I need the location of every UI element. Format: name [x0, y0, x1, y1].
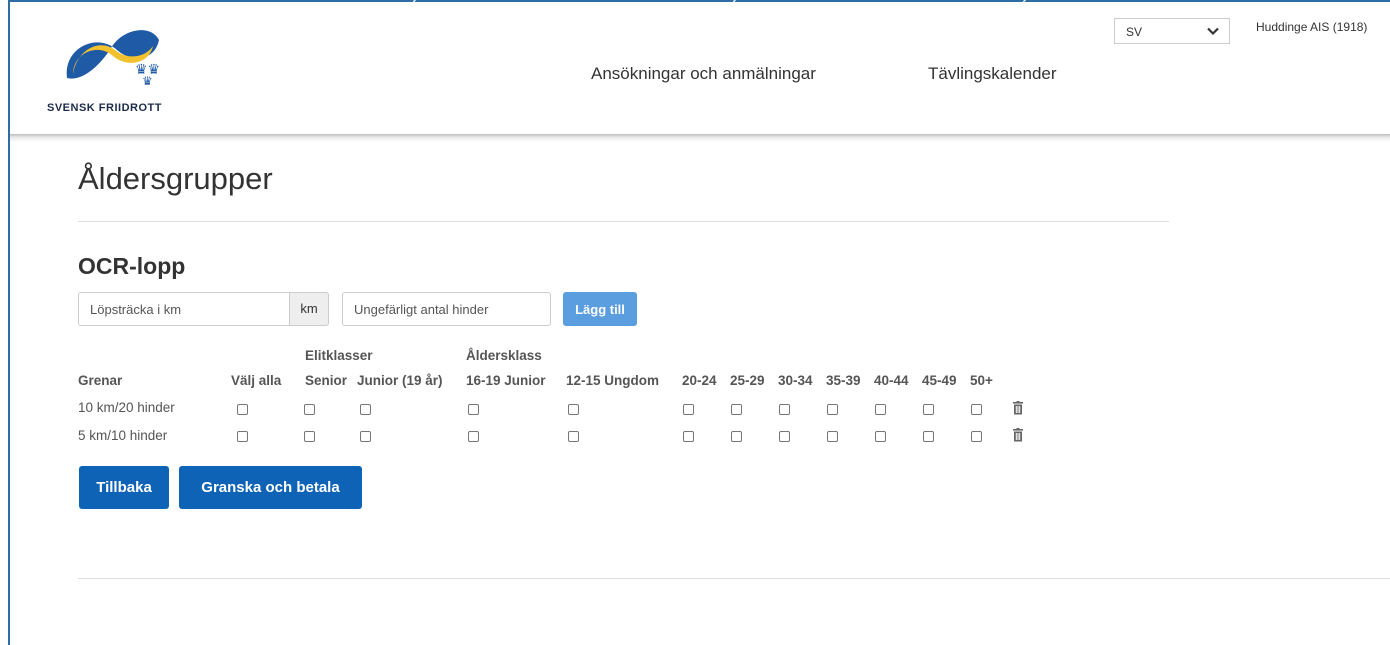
checkbox-junior[interactable] [360, 404, 371, 415]
column-select-all: Välj alla [231, 373, 282, 388]
language-select[interactable]: SV [1114, 18, 1230, 44]
checkbox-35-39[interactable] [827, 404, 838, 415]
checkbox-20-24[interactable] [683, 404, 694, 415]
checkbox-40-44[interactable] [875, 431, 886, 442]
page-title: Åldersgrupper [78, 161, 273, 196]
checkbox-45-49[interactable] [923, 431, 934, 442]
column-25-29: 25-29 [730, 373, 765, 388]
column-16-19-junior: 16-19 Junior [466, 373, 546, 388]
checkbox-50-plus[interactable] [971, 431, 982, 442]
column-35-39: 35-39 [826, 373, 861, 388]
checkbox-25-29[interactable] [731, 431, 742, 442]
checkbox-12-15-youth[interactable] [568, 404, 579, 415]
trash-icon[interactable] [1012, 401, 1024, 415]
checkbox-16-19-junior[interactable] [468, 431, 479, 442]
header-age-class: Åldersklass [466, 348, 542, 363]
logo-text: SVENSK FRIIDROTT [47, 102, 162, 114]
checkbox-senior[interactable] [304, 431, 315, 442]
svg-text:♛: ♛ [142, 74, 153, 86]
column-45-49: 45-49 [922, 373, 957, 388]
header-shadow [10, 134, 1390, 142]
column-junior: Junior (19 år) [357, 373, 443, 388]
checkbox-25-29[interactable] [731, 404, 742, 415]
user-club[interactable]: Huddinge AIS (1918) [1256, 20, 1367, 34]
column-40-44: 40-44 [874, 373, 909, 388]
checkbox-50-plus[interactable] [971, 404, 982, 415]
distance-input[interactable] [78, 292, 290, 326]
checkbox-senior[interactable] [304, 404, 315, 415]
column-12-15-youth: 12-15 Ungdom [566, 373, 660, 388]
add-button[interactable]: Lägg till [563, 292, 637, 326]
column-50-plus: 50+ [970, 373, 993, 388]
trash-icon[interactable] [1012, 428, 1024, 442]
language-value: SV [1126, 25, 1143, 39]
logo-mark-icon: ♛♛ ♛ [66, 30, 160, 86]
checkbox-45-49[interactable] [923, 404, 934, 415]
title-divider [78, 221, 1169, 222]
footer-divider [78, 578, 1390, 579]
site-logo[interactable]: ♛♛ ♛ SVENSK FRIIDROTT [47, 26, 183, 118]
checkbox-20-24[interactable] [683, 431, 694, 442]
table-row-label: 5 km/10 hinder [78, 428, 168, 443]
checkbox-40-44[interactable] [875, 404, 886, 415]
distance-unit-addon: km [289, 292, 329, 326]
column-20-24: 20-24 [682, 373, 717, 388]
obstacles-input[interactable] [342, 292, 551, 326]
checkbox-select-all[interactable] [237, 431, 248, 442]
column-senior: Senior [305, 373, 348, 388]
checkbox-12-15-youth[interactable] [568, 431, 579, 442]
chevron-down-icon [1207, 27, 1219, 36]
header-elite-classes: Elitklasser [305, 348, 373, 363]
checkbox-30-34[interactable] [779, 431, 790, 442]
checkbox-30-34[interactable] [779, 404, 790, 415]
nav-competition-calendar[interactable]: Tävlingskalender [928, 64, 1057, 84]
table-row-label: 10 km/20 hinder [78, 400, 175, 415]
back-button[interactable]: Tillbaka [79, 466, 169, 509]
checkbox-select-all[interactable] [237, 404, 248, 415]
review-and-pay-button[interactable]: Granska och betala [179, 466, 362, 509]
nav-applications[interactable]: Ansökningar och anmälningar [591, 64, 816, 84]
column-event: Grenar [78, 373, 123, 388]
checkbox-35-39[interactable] [827, 431, 838, 442]
checkbox-junior[interactable] [360, 431, 371, 442]
section-title: OCR-lopp [78, 253, 186, 279]
checkbox-16-19-junior[interactable] [468, 404, 479, 415]
column-30-34: 30-34 [778, 373, 813, 388]
